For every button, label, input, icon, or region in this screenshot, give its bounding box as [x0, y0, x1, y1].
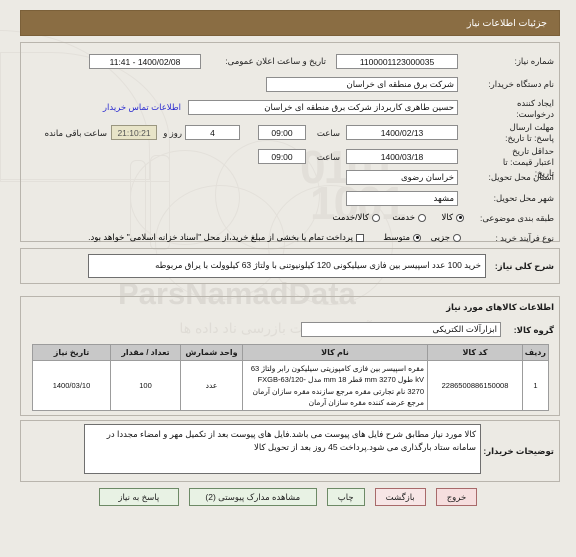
goods-table-header-row: ردیف کد کالا نام کالا واحد شمارش تعداد /…: [32, 344, 549, 361]
process-option-motavaset-label: متوسط: [383, 232, 410, 242]
buyer-org-label: نام دستگاه خریدار:: [488, 79, 554, 89]
summary-label: شرح کلی نیاز:: [494, 261, 554, 271]
col-index: ردیف: [522, 344, 549, 361]
need-number-value: 1100001123000035: [336, 54, 458, 69]
category-option-kala-khedmat[interactable]: کالا/خدمت: [333, 212, 380, 223]
cell-date: 1400/03/10: [32, 360, 111, 411]
process-option-motavaset[interactable]: متوسط: [383, 232, 421, 243]
back-button[interactable]: بازگشت: [374, 488, 426, 506]
col-code: کد کالا: [427, 344, 523, 361]
respond-to-need-button[interactable]: پاسخ به نیاز: [98, 488, 179, 506]
col-qty: تعداد / مقدار: [110, 344, 181, 361]
price-validity-hour: 09:00: [258, 149, 306, 164]
table-row: 1 2286500886150008 مقره اسپیسر بین فازی …: [32, 360, 549, 411]
col-name: نام کالا: [242, 344, 428, 361]
deadline-date: 1400/02/13: [346, 125, 458, 140]
city-value: مشهد: [346, 191, 458, 206]
price-validity-hour-label: ساعت: [316, 152, 340, 162]
goods-table: ردیف کد کالا نام کالا واحد شمارش تعداد /…: [32, 344, 549, 411]
buyer-contact-link[interactable]: اطلاعات تماس خریدار: [103, 102, 181, 113]
city-label: شهر محل تحویل:: [493, 193, 554, 203]
need-number-label: شماره نیاز:: [514, 56, 554, 66]
remaining-time-label: ساعت باقی مانده: [44, 128, 107, 138]
page-title: جزئیات اطلاعات نیاز: [466, 17, 547, 29]
creator-label: ایجاد کننده درخواست:: [516, 98, 554, 120]
buyer-org-value: شرکت برق منطقه ای خراسان: [266, 77, 458, 92]
exit-button[interactable]: خروج: [435, 488, 478, 506]
radio-kala-khedmat[interactable]: [372, 213, 380, 222]
cell-qty: 100: [110, 360, 181, 411]
province-value: خراسان رضوی: [346, 170, 458, 185]
category-option-khedmat[interactable]: خدمت: [392, 212, 426, 223]
deadline-hour-label: ساعت: [316, 128, 340, 138]
page-title-bar: جزئیات اطلاعات نیاز: [20, 10, 560, 36]
process-option-jozei[interactable]: جزیی: [431, 232, 461, 243]
print-button[interactable]: چاپ: [326, 488, 365, 506]
cell-name: مقره اسپیسر بین فازی کامپوزیتی سیلیکون ر…: [242, 360, 428, 411]
process-option-jozei-label: جزیی: [430, 232, 450, 242]
province-label: استان محل تحویل:: [488, 172, 555, 182]
cell-index: 1: [522, 360, 549, 411]
remaining-time-countdown: 21:10:21: [111, 125, 157, 140]
deadline-label: مهلت ارسال پاسخ: تا تاریخ:: [505, 122, 554, 144]
price-validity-date: 1400/03/18: [346, 149, 458, 164]
category-label: طبقه بندی موضوعی:: [479, 213, 554, 223]
radio-jozei[interactable]: [453, 233, 461, 242]
category-option-kala-label: کالا: [441, 212, 453, 222]
summary-value: خرید 100 عدد اسپیسر بین فازی سیلیکونی 12…: [88, 254, 486, 278]
cell-code: 2286500886150008: [427, 360, 523, 411]
remaining-days: 4: [185, 125, 240, 140]
remaining-days-label: روز و: [163, 128, 182, 138]
treasury-checkbox[interactable]: [356, 233, 364, 242]
public-announce-label: تاریخ و ساعت اعلان عمومی:: [225, 56, 326, 66]
deadline-hour: 09:00: [258, 125, 306, 140]
process-label: نوع فرآیند خرید :: [495, 233, 554, 243]
notes-value: کالا مورد نیاز مطابق شرح فایل های پیوست …: [84, 424, 481, 474]
goods-group-label: گروه کالا:: [513, 325, 554, 335]
col-date: تاریخ نیاز: [32, 344, 111, 361]
action-button-bar: خروج بازگشت چاپ مشاهده مدارک پیوستی (2) …: [0, 488, 576, 506]
goods-group-value: ابزارآلات الکتریکی: [301, 322, 501, 337]
goods-section-title: اطلاعات کالاهای مورد نیاز: [446, 302, 554, 312]
radio-kala[interactable]: [456, 213, 464, 222]
radio-motavaset[interactable]: [413, 233, 421, 242]
creator-value: حسین طاهری کاربرداز شرکت برق منطقه ای خر…: [188, 100, 458, 115]
category-option-kala-khedmat-label: کالا/خدمت: [332, 212, 369, 222]
cell-unit: عدد: [180, 360, 243, 411]
need-info-panel: [20, 42, 560, 242]
view-attachments-button[interactable]: مشاهده مدارک پیوستی (2): [188, 488, 317, 506]
treasury-checkbox-group[interactable]: پرداخت تمام یا بخشی از مبلغ خرید،از محل …: [88, 232, 364, 243]
category-option-khedmat-label: خدمت: [392, 212, 415, 222]
public-announce-value: 1400/02/08 - 11:41: [89, 54, 201, 69]
radio-khedmat[interactable]: [418, 213, 426, 222]
col-unit: واحد شمارش: [180, 344, 243, 361]
treasury-checkbox-label: پرداخت تمام یا بخشی از مبلغ خرید،از محل …: [88, 232, 353, 242]
notes-label: توضیحات خریدار:: [483, 446, 554, 456]
category-option-kala[interactable]: کالا: [442, 212, 464, 223]
